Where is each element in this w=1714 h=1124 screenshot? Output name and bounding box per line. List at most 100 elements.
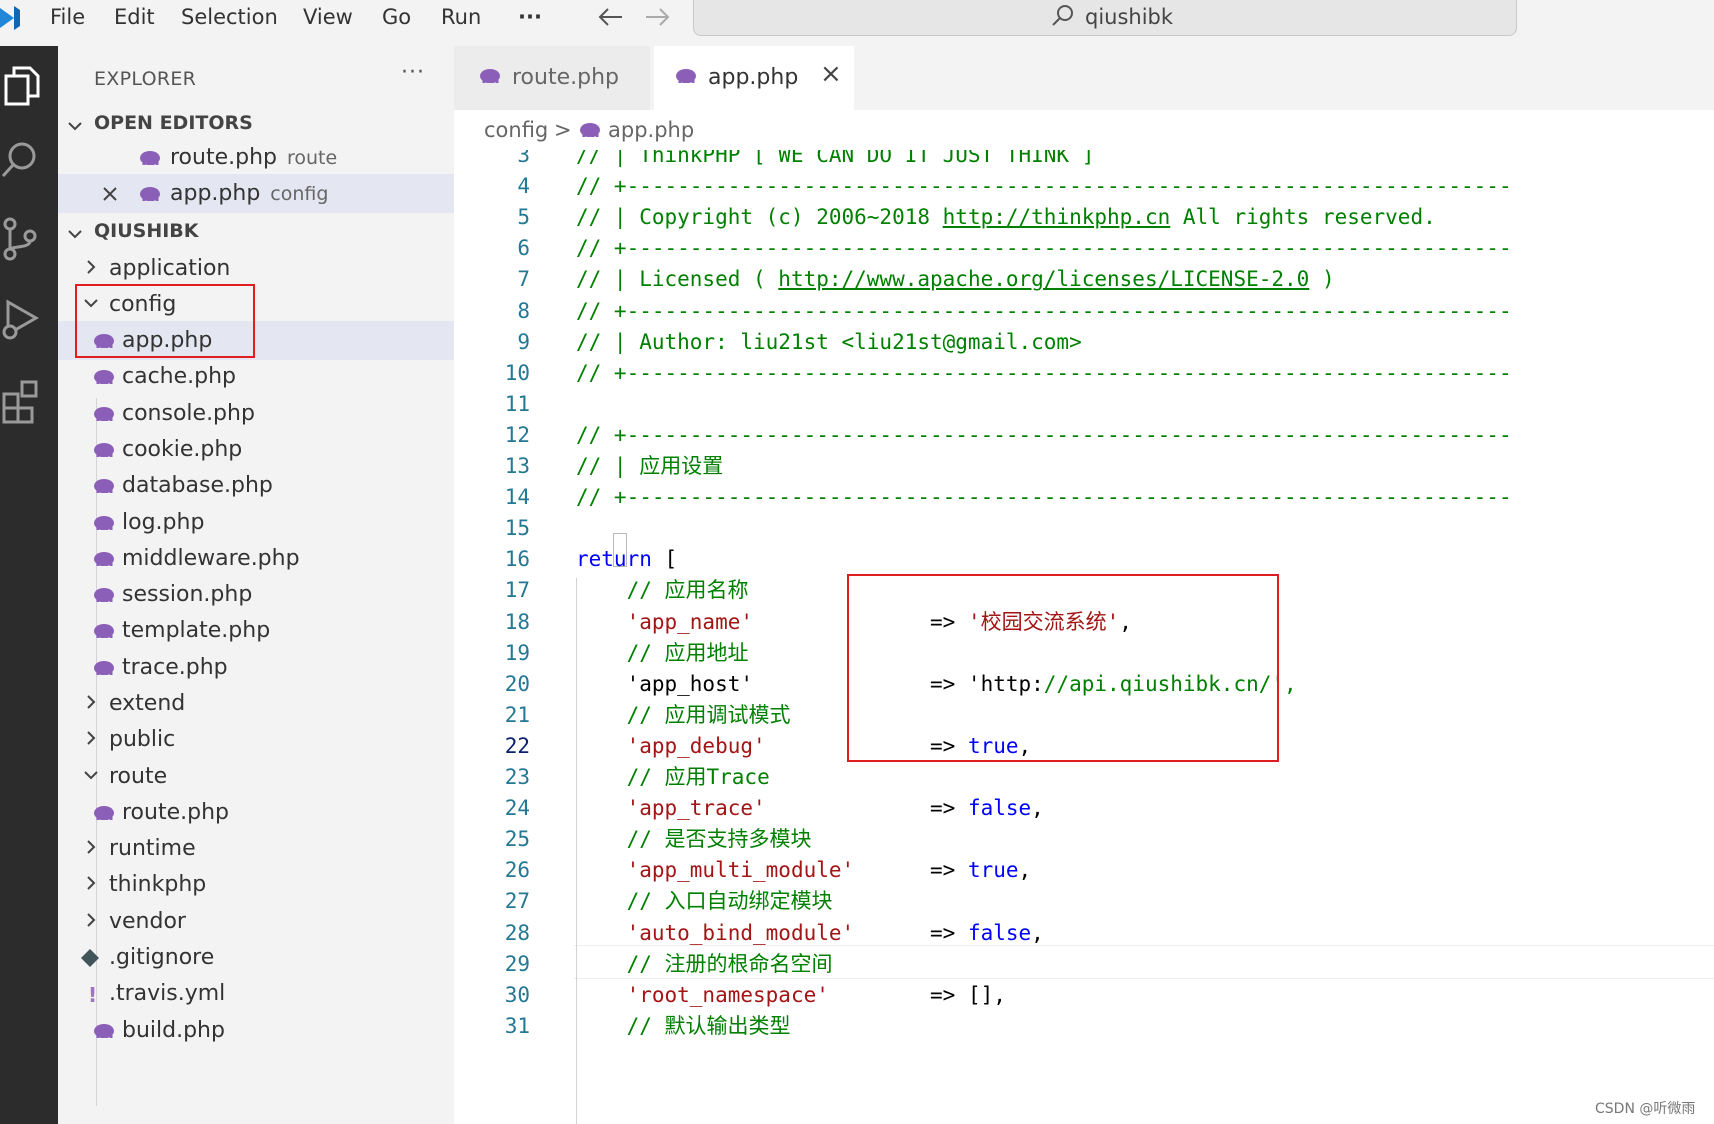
code-line[interactable]: // 是否支持多模块 (576, 822, 812, 856)
line-number: 18 (504, 609, 530, 634)
git-icon (80, 948, 104, 968)
code-line[interactable]: // 入口自动绑定模块 (576, 884, 833, 918)
tree-file[interactable]: session.php (58, 575, 454, 614)
tree-folder[interactable]: thinkphp (58, 865, 454, 904)
menu-go[interactable]: Go (382, 3, 411, 31)
explorer-more-button[interactable]: ··· (401, 60, 425, 85)
menu-edit[interactable]: Edit (114, 3, 155, 31)
open-editor-item[interactable]: route.php route (58, 138, 454, 177)
php-elephant-icon (676, 69, 696, 83)
tree-folder[interactable]: route (58, 757, 454, 796)
menu-view[interactable]: View (303, 3, 353, 31)
tree-item-label: session.php (122, 582, 253, 607)
open-editor-item-active[interactable]: app.php config (58, 174, 454, 213)
explorer-title: EXPLORER (94, 68, 197, 90)
tree-item-label: application (109, 256, 231, 281)
tree-file[interactable]: cache.php (58, 357, 454, 396)
line-number: 27 (504, 889, 530, 914)
code-line[interactable]: // +------------------------------------… (576, 231, 1512, 265)
breadcrumb-separator: > (554, 118, 572, 142)
tab-close-button[interactable]: × (820, 60, 842, 88)
code-line[interactable]: // 应用地址 (576, 636, 749, 670)
chevron-down-icon (84, 771, 98, 780)
tree-item-label: .travis.yml (109, 981, 226, 1006)
tree-file[interactable]: middleware.php (58, 539, 454, 578)
tree-folder[interactable]: public (58, 720, 454, 759)
tree-item-label: template.php (122, 618, 271, 643)
line-number: 15 (504, 516, 530, 541)
code-line[interactable]: // +------------------------------------… (576, 356, 1512, 390)
line-number: 11 (504, 391, 530, 416)
tree-file[interactable]: log.php (58, 503, 454, 542)
code-line[interactable]: 'root_namespace' => [], (576, 978, 1006, 1012)
chevron-down-icon (68, 230, 82, 239)
code-line[interactable]: // +------------------------------------… (576, 169, 1512, 203)
tree-file[interactable]: ! .travis.yml (58, 974, 454, 1013)
title-bar: File Edit Selection View Go Run ··· qius… (0, 0, 1714, 46)
code-line[interactable]: // 应用名称 (576, 573, 749, 607)
search-icon[interactable] (0, 136, 46, 186)
code-line[interactable]: // 注册的根命名空间 (576, 947, 833, 981)
code-line[interactable]: 'app_trace' => false, (576, 791, 1044, 825)
breadcrumb-folder[interactable]: config (484, 116, 548, 144)
breadcrumb-file[interactable]: app.php (608, 116, 694, 144)
code-line[interactable]: // | Licensed ( http://www.apache.org/li… (576, 262, 1335, 296)
chevron-right-icon (87, 840, 96, 854)
menu-more[interactable]: ··· (518, 3, 542, 31)
tree-folder[interactable]: vendor (58, 902, 454, 941)
tree-file[interactable]: build.php (58, 1011, 454, 1050)
code-line[interactable]: // +------------------------------------… (576, 418, 1512, 452)
workspace-section-header[interactable]: QIUSHIBK (58, 214, 454, 253)
arrow-right-icon[interactable] (644, 6, 672, 28)
extensions-icon[interactable] (0, 376, 46, 426)
tree-folder[interactable]: application (58, 249, 454, 288)
arrow-left-icon[interactable] (596, 6, 624, 28)
line-number: 28 (504, 920, 530, 945)
close-icon[interactable] (102, 186, 118, 202)
code-line[interactable]: return [ (576, 542, 677, 576)
menu-run[interactable]: Run (441, 3, 481, 31)
line-number: 9 (517, 329, 530, 354)
menu-selection[interactable]: Selection (181, 3, 278, 31)
line-number: 12 (504, 422, 530, 447)
code-line[interactable]: // | 应用设置 (576, 449, 723, 483)
editor-tabs: route.php app.php × (454, 46, 1714, 110)
code-line[interactable]: // | Author: liu21st <liu21st@gmail.com> (576, 325, 1082, 359)
tree-file[interactable]: console.php (58, 394, 454, 433)
tree-file[interactable]: trace.php (58, 648, 454, 687)
run-debug-icon[interactable] (0, 294, 46, 344)
activity-bar (0, 46, 58, 1124)
tree-file[interactable]: template.php (58, 611, 454, 650)
explorer-sidebar: EXPLORER ··· OPEN EDITORS route.php route… (58, 46, 454, 1124)
code-line[interactable]: // +------------------------------------… (576, 480, 1512, 514)
code-line[interactable]: 'auto_bind_module' => false, (576, 916, 1044, 950)
source-control-icon[interactable] (0, 214, 46, 264)
tree-file[interactable]: .gitignore (58, 938, 454, 977)
chevron-right-icon (87, 913, 96, 927)
code-line[interactable]: // | Copyright (c) 2006~2018 http://thin… (576, 200, 1436, 234)
tab-route-php[interactable]: route.php (454, 46, 650, 110)
command-center[interactable]: qiushibk (693, 0, 1517, 36)
chevron-right-icon (87, 876, 96, 890)
tab-app-php[interactable]: app.php × (654, 46, 854, 110)
tree-folder[interactable]: runtime (58, 829, 454, 868)
code-line[interactable]: // 默认输出类型 (576, 1009, 791, 1043)
chevron-down-icon (68, 122, 82, 131)
files-icon[interactable] (0, 62, 46, 112)
code-line[interactable]: // 应用调试模式 (576, 698, 791, 732)
open-editor-folder: config (270, 183, 329, 205)
tree-file[interactable]: route.php (58, 793, 454, 832)
code-editor[interactable]: 3// | ThinkPHP [ WE CAN DO IT JUST THINK… (454, 150, 1714, 1124)
code-line[interactable]: 'app_multi_module' => true, (576, 853, 1032, 887)
menu-file[interactable]: File (50, 3, 85, 31)
tree-file[interactable]: database.php (58, 466, 454, 505)
code-line[interactable]: // +------------------------------------… (576, 294, 1512, 328)
tree-file[interactable]: cookie.php (58, 430, 454, 469)
php-elephant-icon (140, 187, 160, 201)
php-elephant-icon (480, 69, 500, 83)
tree-item-label: build.php (122, 1018, 225, 1043)
code-line[interactable]: // 应用Trace (576, 760, 770, 794)
tab-label: route.php (512, 65, 619, 90)
line-number: 21 (504, 702, 530, 727)
tree-folder[interactable]: extend (58, 684, 454, 723)
